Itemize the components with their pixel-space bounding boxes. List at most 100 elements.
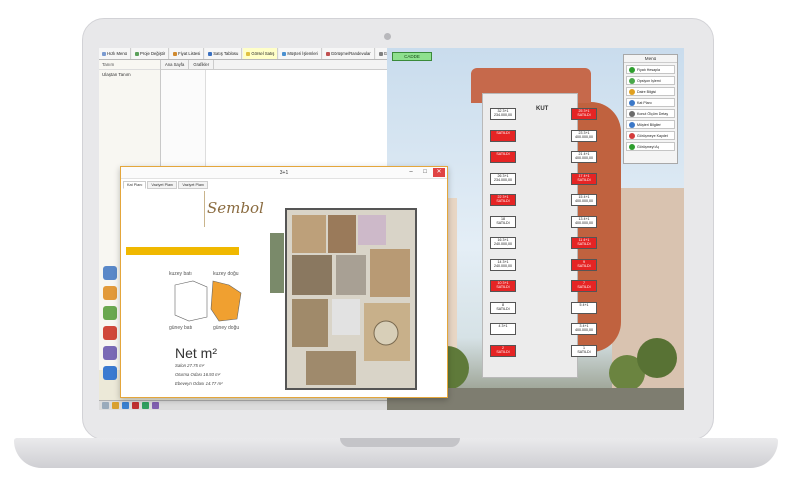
taskbar-icon[interactable] [112,402,119,409]
tree-item[interactable]: Ulaştan Tanım [99,70,160,79]
flat-price: SATILDI [577,349,591,354]
flat-unit[interactable]: 2 SATILDI [490,344,516,357]
window-title-bar[interactable]: 3+1 – □ ✕ [121,167,447,179]
windows-taskbar [99,400,387,410]
laptop-mockup: Hızlı Menü Proje Değiştir Fiyat Listesi Sat… [0,0,800,504]
main-tab[interactable]: Satış Tablosu [205,48,243,59]
tab-label: Görüşme/Randevular [330,51,371,56]
shortcut-icon[interactable] [103,326,117,340]
taskbar-icon[interactable] [142,402,149,409]
flat-unit[interactable]: 1 SATILDI [571,344,597,357]
flat-price: 234.000,00 [494,113,512,117]
flat-price: SATILDI [496,349,510,354]
menu-item-icon [629,121,635,128]
floor-plan-image [270,208,417,390]
menu-item-icon [629,77,635,84]
main-tab[interactable]: Fiyat Listesi [170,48,205,59]
flat-unit[interactable]: 11 4+1 SATILDI [571,237,597,249]
tab-kat-plani[interactable]: Kat Planı [123,181,147,189]
flat-price: 400.000,00 [575,156,593,160]
menu-item[interactable]: Fiyatı Hesapla [626,65,675,74]
shortcut-icon[interactable] [103,266,117,280]
flat-unit[interactable]: 4 3+1 [490,323,516,335]
main-tab[interactable]: Görüşme/Randevular [322,48,375,59]
menu-item[interactable]: Görüşmeye Kaydet [626,131,675,140]
taskbar-icon[interactable] [132,402,139,409]
tab-icon [282,51,287,56]
compass-label-ne: kuzey doğu [213,271,239,277]
menu-item-icon [629,66,635,73]
menu-item[interactable]: Daire Bilgisi [626,87,675,96]
flat-unit[interactable]: 32 3+1 234.000,00 [490,108,516,120]
camera-dot [384,33,391,40]
menu-item-icon [629,88,635,95]
tab-vaziyet-plani[interactable]: Vaziyet Planı [147,181,178,189]
flat-unit[interactable]: 14 3+1 240.000,00 [490,258,516,271]
menu-item[interactable]: Kat Planı [626,98,675,107]
flat-unit[interactable]: 26 3+1 234.000,00 [490,172,516,185]
flat-unit[interactable]: 9 SATILDI [571,258,597,271]
accent-bar [126,247,239,255]
project-logo-text: Sembol [207,199,264,217]
flat-unit[interactable]: 7 SATILDI [571,280,597,292]
orientation-diagram [174,280,242,322]
flat-price: SATILDI [496,306,510,311]
flat-price: 400.000,00 [575,199,593,203]
flat-price: SATILDI [577,113,591,117]
flat-unit[interactable]: 16 3+1 240.000,00 [490,237,516,249]
menu-item-label: Opsiyon İşlemi [637,78,661,83]
area-item: Salon 27.75 m² [175,363,205,368]
flat-unit[interactable]: 18 SATILDI [490,215,516,228]
menu-title: Menü [624,55,677,63]
flat-unit[interactable]: 25 3+1 SATILDI [571,108,597,120]
maximize-icon[interactable]: □ [419,168,431,177]
flat-price: SATILDI [496,130,510,135]
flat-price: SATILDI [577,177,591,182]
main-tab[interactable]: Galeri [375,48,387,59]
menu-item[interactable]: Opsiyon İşlemi [626,76,675,85]
title-divider [204,191,205,227]
main-tab[interactable]: Görsel Satış [243,48,279,59]
flat-unit[interactable]: 10 3+1 SATILDI [490,280,516,292]
compass-label-nw: kuzey batı [169,271,192,277]
flat-price: 240.000,00 [494,242,512,246]
flat-unit[interactable]: 5 4+1 [571,301,597,314]
flat-unit[interactable]: SATILDI [490,151,516,163]
flat-unit[interactable]: 22 3+1 SATILDI [490,194,516,206]
flat-unit[interactable]: 21 4+1 400.000,00 [571,151,597,163]
main-tab[interactable]: Proje Değiştir [132,48,170,59]
flat-unit[interactable]: 17 4+1 SATILDI [571,172,597,185]
taskbar-icon[interactable] [122,402,129,409]
flat-price: SATILDI [496,220,510,225]
minimize-icon[interactable]: – [405,168,417,177]
flat-unit[interactable]: 15 4+1 400.000,00 [571,194,597,206]
shortcut-icon[interactable] [103,366,117,380]
menu-item[interactable]: Görüşmeyi Aç [626,142,675,151]
tab-vaziyet-plani-2[interactable]: Vaziyet Planı [178,181,209,189]
shortcut-icon[interactable] [103,346,117,360]
taskbar-icon[interactable] [152,402,159,409]
flat-unit[interactable]: SATILDI [490,129,516,142]
side-menu: Menü Fiyatı Hesapla Opsiyon İşlemi Daire B… [623,54,678,164]
flat-unit[interactable]: 3 4+1 400.000,00 [571,323,597,335]
tab-grafikler[interactable]: Grafikler [189,60,215,69]
menu-item[interactable]: Müşteri Bilgileri [626,120,675,129]
main-tab[interactable]: Hızlı Menü [99,48,132,59]
laptop-notch [340,438,460,447]
street-label: CADDE [392,52,432,61]
close-icon[interactable]: ✕ [433,168,445,177]
shortcut-icon[interactable] [103,286,117,300]
taskbar-icon[interactable] [102,402,109,409]
flat-unit[interactable]: 23 3+1 400.000,00 [571,129,597,142]
tab-icon [325,51,330,56]
flat-unit[interactable]: 8 SATILDI [490,301,516,314]
flat-unit[interactable]: 13 4+1 400.000,00 [571,215,597,228]
main-tab[interactable]: Müşteri İşlemleri [279,48,322,59]
tab-ana-sayfa[interactable]: Ana Sayfa [161,60,190,69]
flat-price: 400.000,00 [575,134,593,139]
tab-icon [173,51,178,56]
flat-price: SATILDI [496,285,510,289]
shortcut-icon[interactable] [103,306,117,320]
menu-item[interactable]: Konut Ölçüm Detay [626,109,675,118]
compass-label-sw: güney batı [169,325,193,331]
